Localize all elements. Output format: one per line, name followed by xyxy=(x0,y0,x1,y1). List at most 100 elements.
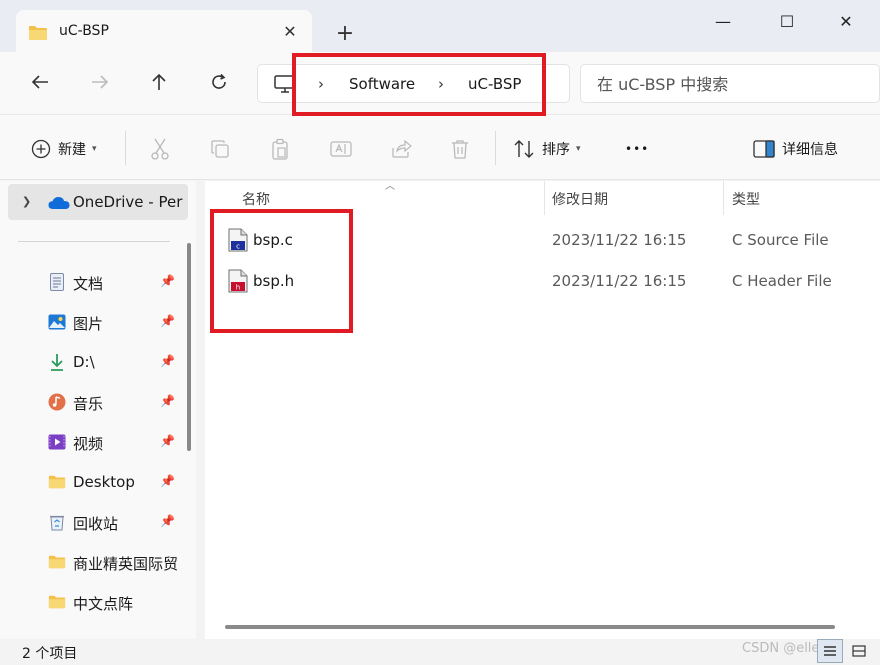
maximize-button[interactable]: ☐ xyxy=(767,10,807,36)
details-view-button[interactable] xyxy=(817,639,843,663)
item-count: 2 个项目 xyxy=(22,646,78,662)
forward-button[interactable] xyxy=(86,68,114,96)
folder-icon xyxy=(48,473,66,491)
sidebar-item-documents[interactable]: 文档 📌 xyxy=(0,264,180,300)
toolbar-divider xyxy=(495,131,496,165)
share-icon xyxy=(392,139,412,158)
sort-icon xyxy=(514,140,534,158)
column-header-name[interactable]: 名称 xyxy=(242,189,270,209)
sidebar-item-label: 图片 xyxy=(73,315,104,333)
sidebar-item-recycle-bin[interactable]: 回收站 📌 xyxy=(0,504,180,540)
sidebar-item-dot-matrix-folder[interactable]: 中文点阵 xyxy=(0,584,180,620)
cut-button[interactable] xyxy=(150,135,170,163)
chevron-down-icon: ▾ xyxy=(92,144,97,154)
column-divider[interactable] xyxy=(723,181,724,215)
pictures-icon xyxy=(48,313,66,331)
more-options-button[interactable]: ••• xyxy=(625,135,649,163)
clipboard-icon xyxy=(272,138,288,160)
rename-icon xyxy=(330,141,352,157)
music-icon xyxy=(48,393,66,411)
trash-icon xyxy=(452,140,468,159)
sidebar-item-label: 商业精英国际贸 xyxy=(73,555,179,573)
refresh-button[interactable] xyxy=(205,68,233,96)
tiles-view-icon xyxy=(852,645,866,657)
up-button[interactable] xyxy=(145,68,173,96)
file-explorer-window: uC-BSP ✕ + — ☐ ✕ › Software › uC-BSP 在 u… xyxy=(0,0,880,665)
sidebar-scrollbar[interactable] xyxy=(187,243,191,451)
pin-icon[interactable]: 📌 xyxy=(160,474,175,488)
pin-icon[interactable]: 📌 xyxy=(160,514,175,528)
close-tab-icon[interactable]: ✕ xyxy=(280,22,300,42)
sidebar-item-label: 中文点阵 xyxy=(73,595,134,613)
rename-button[interactable] xyxy=(330,135,352,163)
pin-icon[interactable]: 📌 xyxy=(160,434,175,448)
minimize-button[interactable]: — xyxy=(703,10,743,36)
onedrive-label: OneDrive - Per xyxy=(73,193,183,211)
pin-icon[interactable]: 📌 xyxy=(160,314,175,328)
chevron-down-icon: ▾ xyxy=(576,144,581,154)
download-arrow-icon xyxy=(48,353,66,371)
document-icon xyxy=(48,273,66,291)
title-bar: uC-BSP ✕ + — ☐ ✕ xyxy=(0,0,880,52)
plus-circle-icon xyxy=(31,139,51,159)
copy-button[interactable] xyxy=(210,135,230,163)
highlight-box-breadcrumb xyxy=(292,53,546,116)
share-button[interactable] xyxy=(390,135,412,163)
tiles-view-button[interactable] xyxy=(846,639,872,663)
column-header-date[interactable]: 修改日期 xyxy=(552,189,608,209)
arrow-right-icon xyxy=(92,75,109,89)
new-tab-button[interactable]: + xyxy=(331,21,359,49)
tab-uc-bsp[interactable]: uC-BSP ✕ xyxy=(16,10,312,52)
sidebar-item-d-drive[interactable]: D:\ 📌 xyxy=(0,344,180,380)
sort-ascending-icon: ︿ xyxy=(385,181,395,192)
sidebar-item-label: 音乐 xyxy=(73,395,104,413)
sidebar-item-pictures[interactable]: 图片 📌 xyxy=(0,304,180,340)
tab-title: uC-BSP xyxy=(59,23,109,39)
details-pane-icon xyxy=(753,140,775,158)
sidebar-item-music[interactable]: 音乐 📌 xyxy=(0,384,180,420)
new-label: 新建 xyxy=(58,142,86,158)
file-date: 2023/11/22 16:15 xyxy=(552,231,687,249)
watermark-text: CSDN @ellen xyxy=(742,641,828,656)
column-divider[interactable] xyxy=(544,181,545,215)
pin-icon[interactable]: 📌 xyxy=(160,354,175,368)
folder-icon xyxy=(48,553,66,571)
details-label: 详细信息 xyxy=(782,142,838,158)
details-pane-button[interactable]: 详细信息 xyxy=(753,135,838,163)
sidebar-item-business-folder[interactable]: 商业精英国际贸 xyxy=(0,544,180,580)
pin-icon[interactable]: 📌 xyxy=(160,394,175,408)
navigation-pane: ❯ OneDrive - Per 文档 📌 图片 📌 D:\ 📌 音乐 📌 视频… xyxy=(0,181,196,639)
sidebar-item-label: Desktop xyxy=(73,473,135,491)
sidebar-item-label: 文档 xyxy=(73,275,104,293)
column-header-type[interactable]: 类型 xyxy=(732,189,760,209)
arrow-up-icon xyxy=(152,73,166,90)
close-window-button[interactable]: ✕ xyxy=(826,10,866,36)
horizontal-scrollbar[interactable] xyxy=(225,625,835,629)
toolbar-divider xyxy=(125,131,126,165)
file-date: 2023/11/22 16:15 xyxy=(552,272,687,290)
highlight-box-files xyxy=(210,209,353,333)
pin-icon[interactable]: 📌 xyxy=(160,274,175,288)
sidebar-item-label: D:\ xyxy=(73,353,95,371)
new-button[interactable]: 新建 ▾ xyxy=(31,135,97,163)
sidebar-divider xyxy=(18,241,170,242)
search-box[interactable] xyxy=(580,64,880,103)
sidebar-item-desktop[interactable]: Desktop 📌 xyxy=(0,464,180,500)
command-bar: 新建 ▾ 排序 ▾ ••• 详细信息 xyxy=(0,114,880,180)
sidebar-item-videos[interactable]: 视频 📌 xyxy=(0,424,180,460)
file-type: C Header File xyxy=(732,272,832,290)
cloud-icon xyxy=(48,197,70,209)
status-bar: 2 个项目 CSDN @ellen xyxy=(0,639,880,665)
folder-icon xyxy=(48,593,66,611)
search-input[interactable] xyxy=(597,73,867,95)
list-view-icon xyxy=(824,646,836,656)
sidebar-item-onedrive[interactable]: ❯ OneDrive - Per xyxy=(8,184,188,220)
video-icon xyxy=(48,433,66,451)
sort-button[interactable]: 排序 ▾ xyxy=(513,135,581,163)
delete-button[interactable] xyxy=(451,135,469,163)
sidebar-item-label: 视频 xyxy=(73,435,104,453)
chevron-right-icon[interactable]: ❯ xyxy=(22,195,31,208)
file-type: C Source File xyxy=(732,231,829,249)
back-button[interactable] xyxy=(26,68,54,96)
paste-button[interactable] xyxy=(271,135,289,163)
